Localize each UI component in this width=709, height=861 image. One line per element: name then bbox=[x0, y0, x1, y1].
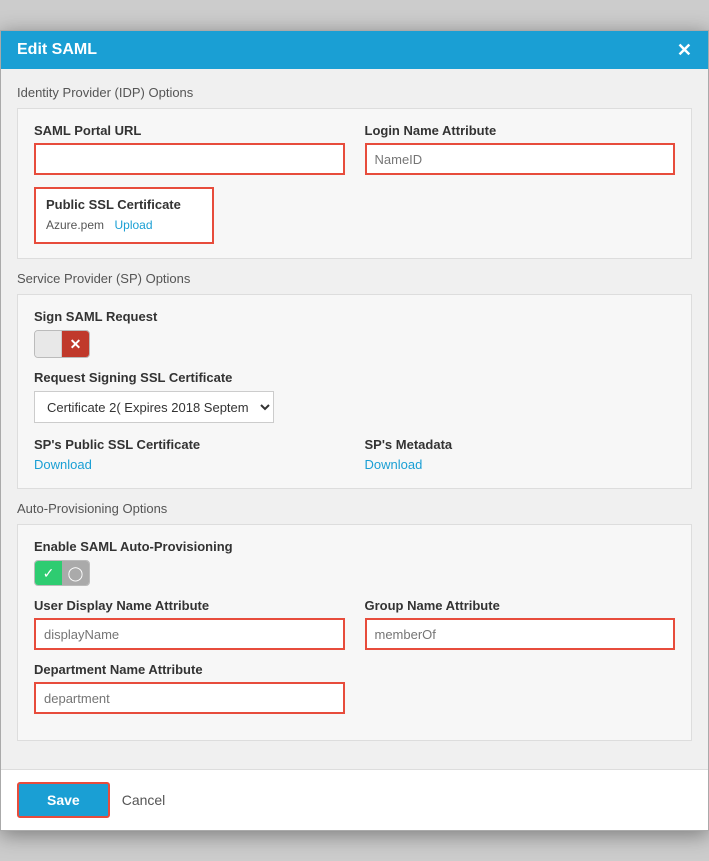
signing-cert-label: Request Signing SSL Certificate bbox=[34, 370, 675, 385]
idp-section-label: Identity Provider (IDP) Options bbox=[17, 85, 692, 100]
sign-saml-toggle[interactable]: ✕ bbox=[34, 330, 90, 358]
idp-section-box: SAML Portal URL Login Name Attribute Pub… bbox=[17, 108, 692, 259]
auto-prov-section-box: Enable SAML Auto-Provisioning ✓ ◯ User D… bbox=[17, 524, 692, 741]
cancel-button[interactable]: Cancel bbox=[122, 792, 166, 808]
sp-metadata-col: SP's Metadata Download bbox=[365, 437, 676, 474]
sp-metadata-download[interactable]: Download bbox=[365, 457, 423, 472]
modal-body: Identity Provider (IDP) Options SAML Por… bbox=[1, 69, 708, 769]
attr-top-row: User Display Name Attribute Group Name A… bbox=[34, 598, 675, 650]
sp-public-ssl-col: SP's Public SSL Certificate Download bbox=[34, 437, 345, 474]
toggle-off-side: ✕ bbox=[62, 330, 89, 358]
user-display-name-label: User Display Name Attribute bbox=[34, 598, 345, 613]
dept-name-group: Department Name Attribute bbox=[34, 662, 345, 714]
sign-saml-group: Sign SAML Request ✕ bbox=[34, 309, 675, 358]
modal-footer: Save Cancel bbox=[1, 769, 708, 830]
saml-portal-url-group: SAML Portal URL bbox=[34, 123, 345, 175]
group-name-attr-input[interactable] bbox=[365, 618, 676, 650]
ssl-cert-upload-link[interactable]: Upload bbox=[114, 218, 152, 232]
saml-portal-url-input[interactable] bbox=[34, 143, 345, 175]
sp-public-ssl-download[interactable]: Download bbox=[34, 457, 92, 472]
sp-public-ssl-label: SP's Public SSL Certificate bbox=[34, 437, 345, 452]
modal-title: Edit SAML bbox=[17, 41, 97, 59]
ssl-cert-wrapper: Public SSL Certificate Azure.pem Upload bbox=[34, 187, 675, 244]
sign-saml-label: Sign SAML Request bbox=[34, 309, 675, 324]
sp-section-box: Sign SAML Request ✕ Request Signing SSL … bbox=[17, 294, 692, 489]
ssl-cert-label: Public SSL Certificate bbox=[46, 197, 202, 212]
signing-cert-group: Request Signing SSL Certificate Certific… bbox=[34, 370, 675, 423]
user-display-name-input[interactable] bbox=[34, 618, 345, 650]
dept-name-label: Department Name Attribute bbox=[34, 662, 345, 677]
toggle-on-side bbox=[35, 330, 62, 358]
empty-group bbox=[365, 662, 676, 714]
toggle-blank bbox=[35, 330, 61, 358]
toggle2-on-side: ✓ bbox=[35, 560, 62, 586]
save-button[interactable]: Save bbox=[17, 782, 110, 818]
dept-name-input[interactable] bbox=[34, 682, 345, 714]
sp-links-row: SP's Public SSL Certificate Download SP'… bbox=[34, 437, 675, 474]
group-name-attr-group: Group Name Attribute bbox=[365, 598, 676, 650]
enable-auto-prov-group: Enable SAML Auto-Provisioning ✓ ◯ bbox=[34, 539, 675, 586]
user-display-name-group: User Display Name Attribute bbox=[34, 598, 345, 650]
modal: Edit SAML ✕ Identity Provider (IDP) Opti… bbox=[0, 30, 709, 831]
saml-portal-url-label: SAML Portal URL bbox=[34, 123, 345, 138]
login-name-attr-group: Login Name Attribute bbox=[365, 123, 676, 175]
ssl-cert-file-row: Azure.pem Upload bbox=[46, 216, 202, 234]
auto-prov-section-label: Auto-Provisioning Options bbox=[17, 501, 692, 516]
attr-bottom-row: Department Name Attribute bbox=[34, 662, 675, 714]
ssl-cert-filename: Azure.pem bbox=[46, 218, 104, 232]
enable-auto-prov-label: Enable SAML Auto-Provisioning bbox=[34, 539, 675, 554]
login-name-attr-input[interactable] bbox=[365, 143, 676, 175]
modal-header: Edit SAML ✕ bbox=[1, 31, 708, 69]
sp-metadata-label: SP's Metadata bbox=[365, 437, 676, 452]
close-button[interactable]: ✕ bbox=[677, 41, 692, 59]
idp-top-row: SAML Portal URL Login Name Attribute bbox=[34, 123, 675, 175]
ssl-cert-box: Public SSL Certificate Azure.pem Upload bbox=[34, 187, 214, 244]
toggle2-off-side: ◯ bbox=[62, 560, 89, 586]
enable-auto-prov-toggle[interactable]: ✓ ◯ bbox=[34, 560, 90, 586]
login-name-attr-label: Login Name Attribute bbox=[365, 123, 676, 138]
group-name-attr-label: Group Name Attribute bbox=[365, 598, 676, 613]
signing-cert-select[interactable]: Certificate 2( Expires 2018 September ) bbox=[34, 391, 274, 423]
sp-section-label: Service Provider (SP) Options bbox=[17, 271, 692, 286]
